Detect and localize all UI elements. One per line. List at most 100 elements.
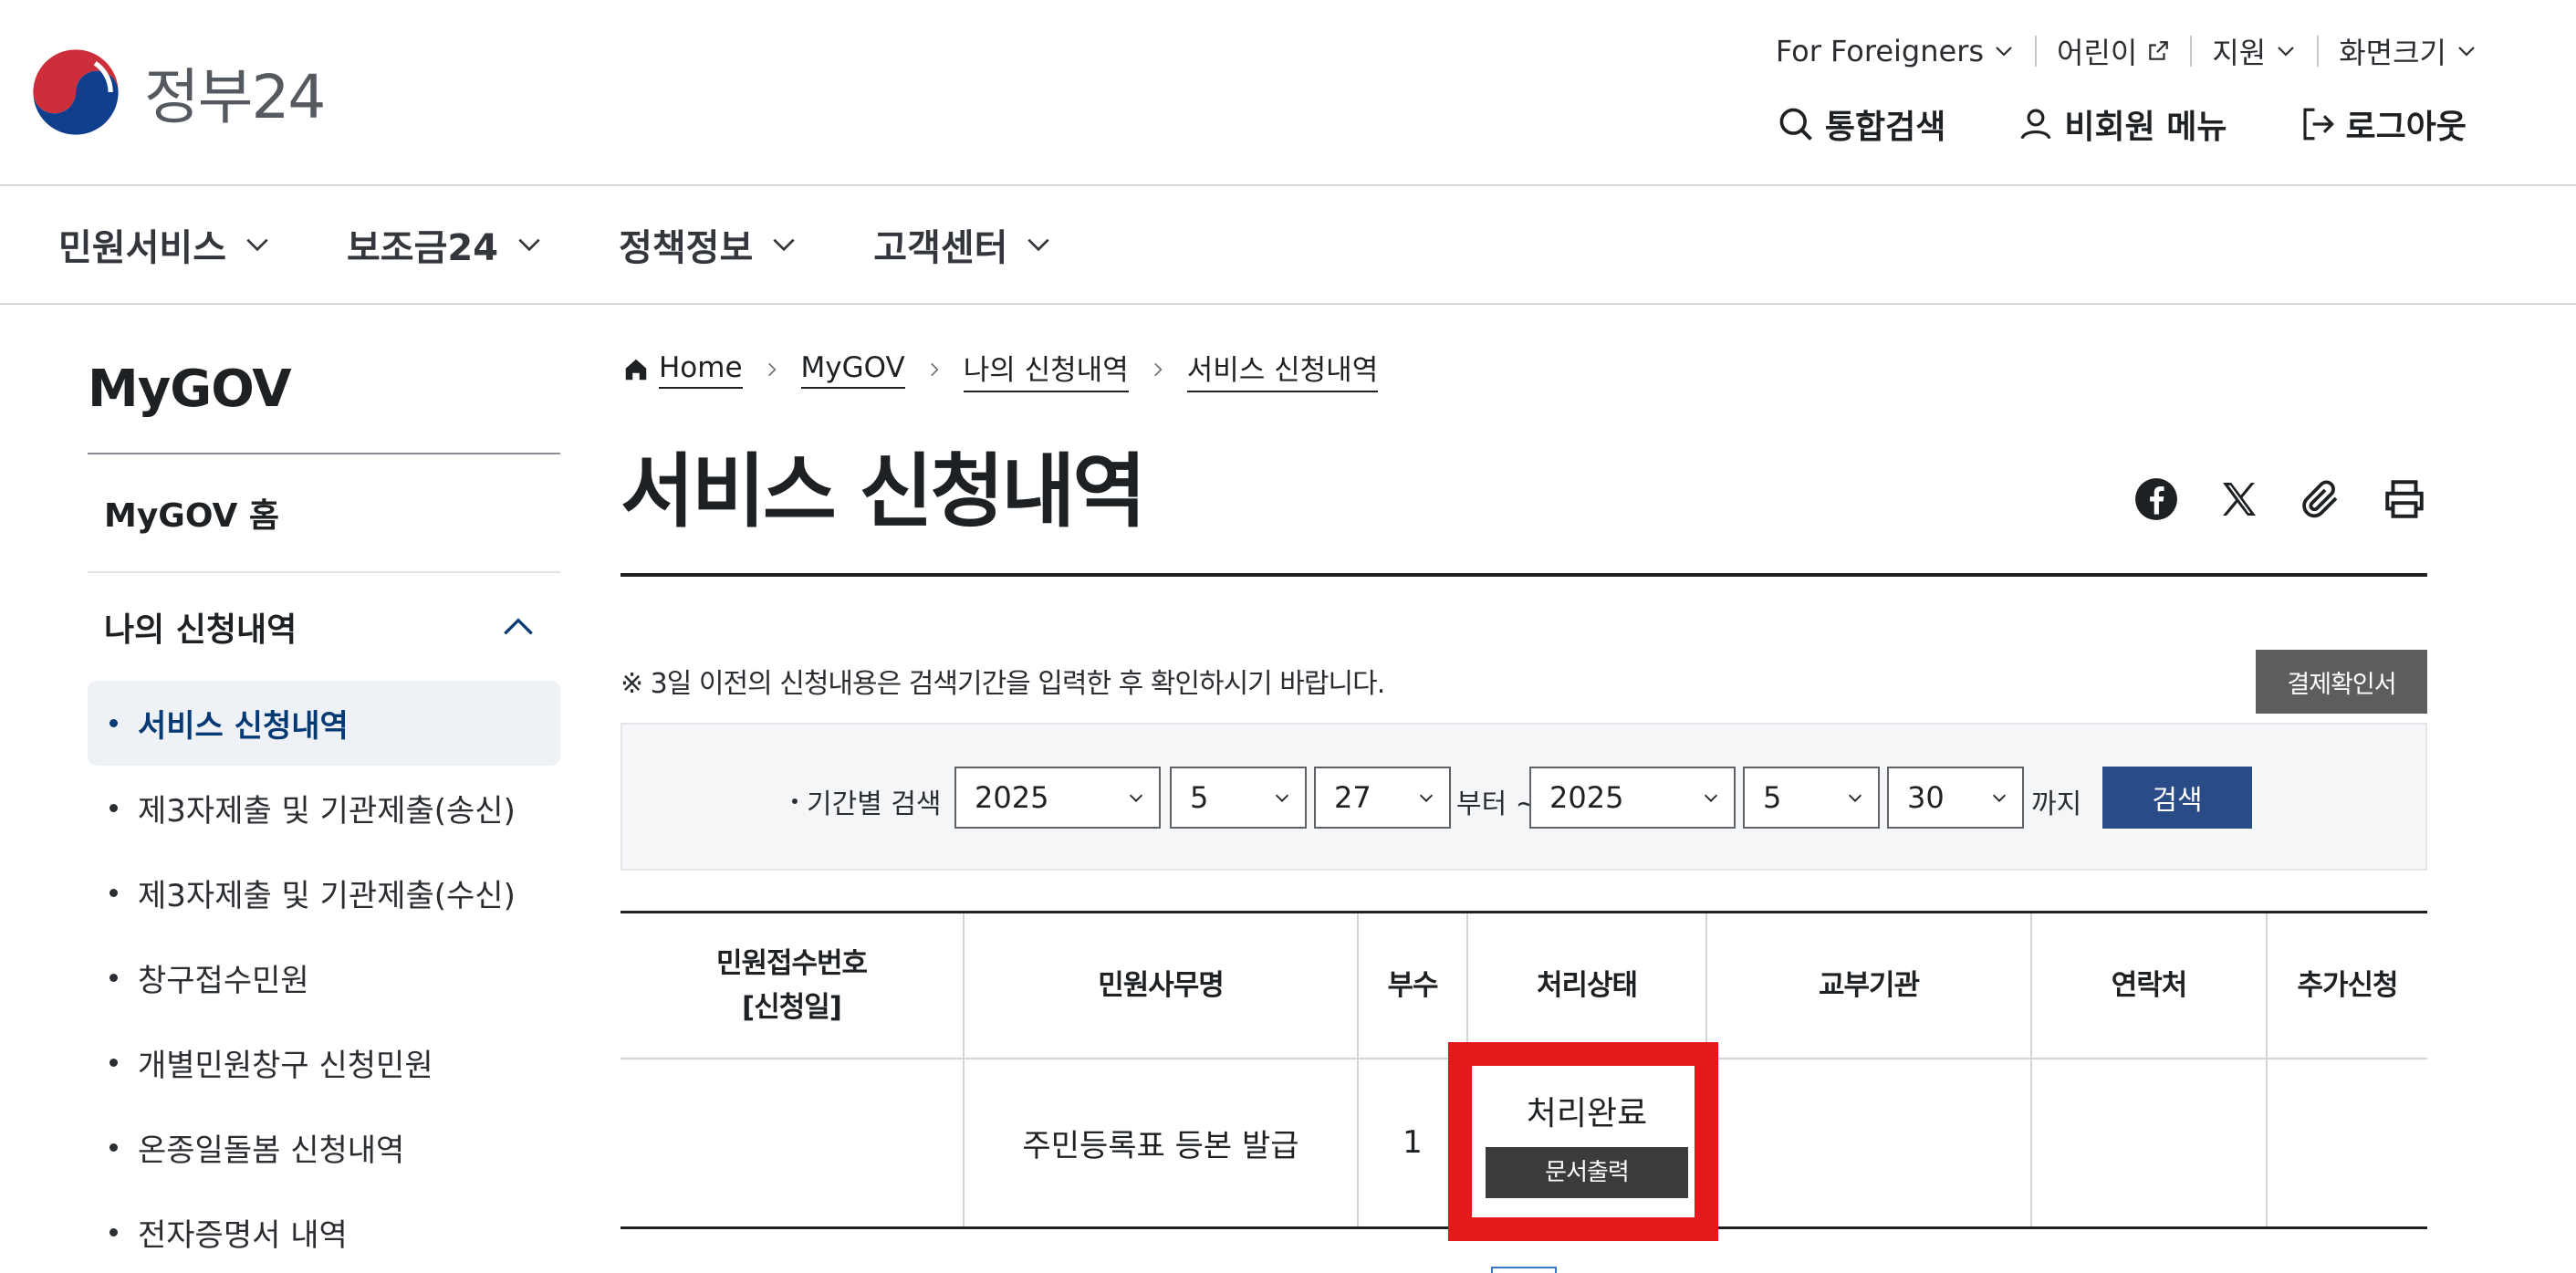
site-logo-text: 정부24 [144, 62, 326, 132]
sidebar-item-all-day-care[interactable]: 온종일돌봄 신청내역 [88, 1105, 560, 1190]
integrated-search-link[interactable]: 통합검색 [1776, 100, 1945, 148]
site-logo[interactable]: 정부24 [27, 44, 326, 141]
x-share-button[interactable] [2217, 477, 2261, 521]
util-screen-size[interactable]: 화면크기 [2339, 30, 2477, 72]
chevron-down-icon [1996, 47, 2012, 57]
to-year-select[interactable]: 2025 [1529, 767, 1736, 829]
chevron-right-icon [767, 362, 777, 377]
chevron-right-icon [930, 362, 939, 377]
from-month-select[interactable]: 5 [1170, 767, 1307, 829]
col-status: 처리상태 [1466, 911, 1706, 1059]
chevron-up-icon [504, 618, 533, 635]
breadcrumb: Home MyGOV 나의 신청내역 서비스 신청내역 [622, 347, 1379, 392]
share-tools [2095, 476, 2427, 522]
gnb-policy[interactable]: 정책정보 [619, 218, 798, 271]
to-day-select[interactable]: 30 [1887, 767, 2024, 829]
sidebar-group-my-applications[interactable]: 나의 신청내역 [88, 573, 560, 681]
breadcrumb-current[interactable]: 서비스 신청내역 [1186, 347, 1379, 392]
to-month-select[interactable]: 5 [1743, 767, 1880, 829]
bullet-icon [110, 1059, 118, 1067]
gnb-civil-service[interactable]: 민원서비스 [58, 218, 272, 271]
cell-additional-request [2266, 1058, 2427, 1229]
col-issuing-agency: 교부기관 [1705, 911, 2031, 1059]
chevron-down-icon [246, 238, 268, 252]
util-for-foreigners[interactable]: For Foreigners [1776, 34, 2015, 68]
bullet-icon [110, 804, 118, 812]
breadcrumb-mygov[interactable]: MyGOV [800, 351, 905, 389]
facebook-share-button[interactable] [2133, 476, 2179, 522]
chevron-down-icon [1275, 794, 1289, 802]
util-support[interactable]: 지원 [2212, 30, 2297, 72]
bullet-icon [110, 974, 118, 982]
home-icon [625, 359, 647, 381]
sidebar-item-mygov-home[interactable]: MyGOV 홈 [88, 454, 560, 573]
sidebar-item-third-party-received[interactable]: 제3자제출 및 기관제출(수신) [88, 850, 560, 935]
col-copies: 부수 [1357, 911, 1467, 1059]
period-search-box: 기간별 검색 2025 5 27 부터 ~ 2025 5 30 까지 검색 [621, 723, 2427, 871]
sidebar-submenu: 서비스 신청내역 제3자제출 및 기관제출(송신) 제3자제출 및 기관제출(수… [88, 681, 560, 1273]
bullet-icon [110, 1228, 118, 1236]
logout-icon [2302, 108, 2334, 141]
sidebar-item-third-party-sent[interactable]: 제3자제출 및 기관제출(송신) [88, 766, 560, 850]
breadcrumb-my-applications[interactable]: 나의 신청내역 [963, 347, 1129, 392]
from-year-select[interactable]: 2025 [954, 767, 1161, 829]
print-button[interactable] [2382, 476, 2427, 522]
sidebar: MyGOV MyGOV 홈 나의 신청내역 서비스 신청내역 제3자제출 및 기… [88, 305, 560, 1273]
gnb-customer-center[interactable]: 고객센터 [873, 218, 1053, 271]
col-additional-request: 추가신청 [2266, 911, 2427, 1059]
to-suffix: 까지 [2031, 788, 2082, 820]
chevron-down-icon [1419, 794, 1434, 802]
pagination-edge [1491, 1267, 1557, 1273]
site-header: 정부24 For Foreigners 어린이 지원 화면크기 통합검색 비회원… [0, 0, 2576, 186]
period-search-label: 기간별 검색 [792, 781, 942, 821]
search-icon [1779, 108, 1812, 141]
highlight-box [1448, 1042, 1718, 1241]
main-navigation: 민원서비스 보조금24 정책정보 고객센터 [0, 186, 2576, 305]
utility-menu: For Foreigners 어린이 지원 화면크기 [1776, 30, 2477, 72]
sidebar-item-service-applications[interactable]: 서비스 신청내역 [88, 681, 560, 766]
util-divider [2035, 36, 2038, 67]
from-suffix: 부터 ~ [1456, 788, 1538, 820]
title-divider [621, 573, 2427, 577]
guest-menu-link[interactable]: 비회원 메뉴 [2017, 100, 2227, 148]
cell-receipt-number [621, 1058, 964, 1229]
chevron-down-icon [773, 238, 795, 252]
col-receipt-number: 민원접수번호 [신청일] [621, 911, 964, 1059]
page-title: 서비스 신청내역 [621, 444, 1146, 538]
x-twitter-icon [2223, 483, 2256, 516]
from-day-select[interactable]: 27 [1314, 767, 1451, 829]
sidebar-item-e-certificates[interactable]: 전자증명서 내역 [88, 1190, 560, 1273]
chevron-down-icon [1129, 794, 1143, 802]
sidebar-item-counter-applications[interactable]: 창구접수민원 [88, 935, 560, 1020]
chevron-down-icon [1704, 794, 1718, 802]
chevron-down-icon [1027, 238, 1050, 252]
col-service-name: 민원사무명 [963, 911, 1358, 1059]
chevron-down-icon [2278, 47, 2295, 57]
sidebar-item-individual-counter[interactable]: 개별민원창구 신청민원 [88, 1020, 560, 1105]
facebook-icon [2135, 478, 2177, 520]
chevron-down-icon [1848, 794, 1862, 802]
col-contact: 연락처 [2030, 911, 2267, 1059]
bullet-icon [792, 798, 798, 804]
payment-receipt-button[interactable]: 결제확인서 [2256, 650, 2427, 714]
breadcrumb-home[interactable]: Home [622, 351, 743, 389]
copy-link-button[interactable] [2300, 477, 2343, 521]
gnb-subsidy[interactable]: 보조금24 [347, 218, 544, 271]
util-kids[interactable]: 어린이 [2057, 30, 2170, 72]
bullet-icon [110, 889, 118, 897]
bullet-icon [110, 719, 118, 727]
chevron-right-icon [1153, 362, 1163, 377]
table-header-row: 민원접수번호 [신청일] 민원사무명 부수 처리상태 교부기관 연락처 추가신청 [621, 911, 2427, 1059]
logout-link[interactable]: 로그아웃 [2299, 100, 2466, 148]
chevron-down-icon [1992, 794, 2007, 802]
sidebar-title: MyGOV [88, 360, 292, 419]
util-divider [2190, 36, 2193, 67]
util-divider [2317, 36, 2320, 67]
cell-service-name: 주민등록표 등본 발급 [963, 1058, 1358, 1229]
chevron-down-icon [518, 238, 540, 252]
user-icon [2020, 109, 2051, 140]
search-notice: ※ 3일 이전의 신청내용은 검색기간을 입력한 후 확인하시기 바랍니다. [621, 668, 1385, 700]
search-button[interactable]: 검색 [2102, 767, 2252, 829]
printer-icon [2385, 480, 2424, 518]
taegeuk-logo-icon [33, 49, 119, 135]
